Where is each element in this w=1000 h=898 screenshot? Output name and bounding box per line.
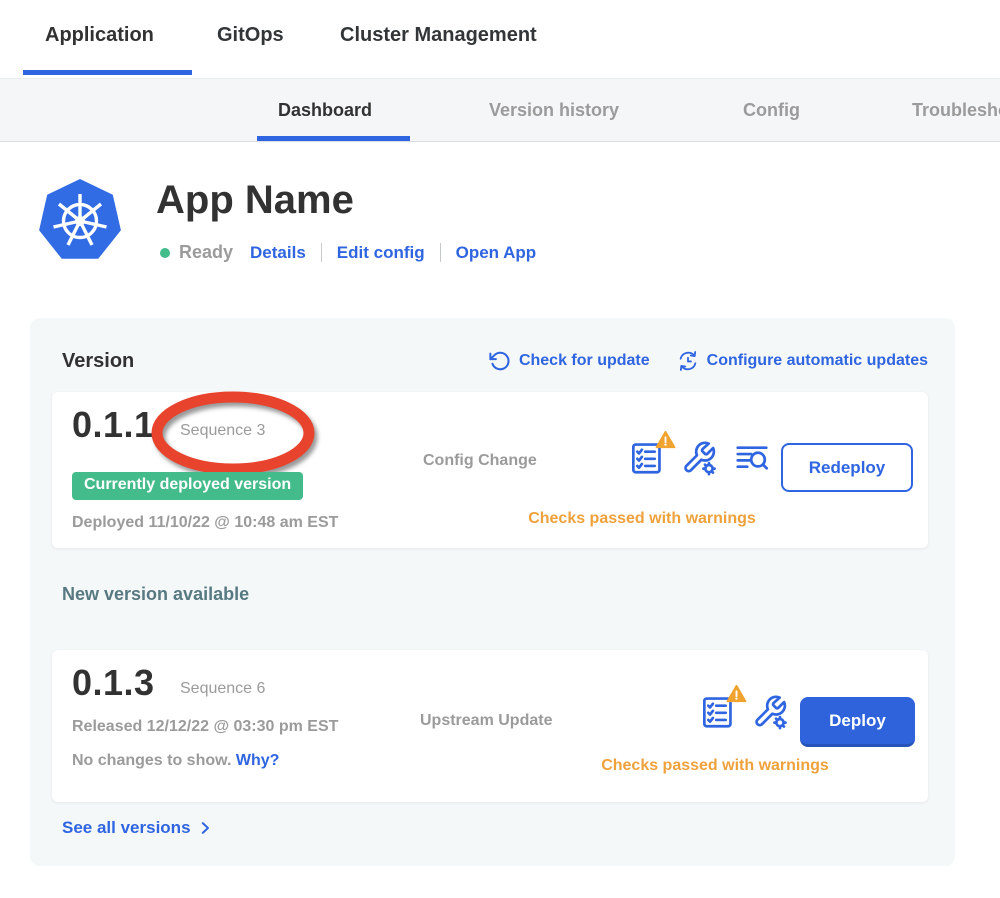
- app-header: App Name Ready Details Edit config Open …: [0, 142, 1000, 318]
- see-all-versions-link[interactable]: See all versions: [62, 818, 214, 838]
- chevron-right-icon: [196, 819, 214, 837]
- status-badge: Ready: [179, 242, 233, 263]
- active-nav-underline: [23, 70, 192, 75]
- divider: [321, 243, 322, 262]
- version-status-icons: [698, 693, 789, 731]
- available-version-card: 0.1.3 Sequence 6 Released 12/12/22 @ 03:…: [52, 650, 928, 802]
- top-nav: Application GitOps Cluster Management: [0, 0, 1000, 78]
- released-timestamp: Released 12/12/22 @ 03:30 pm EST: [72, 718, 338, 736]
- check-for-update-link[interactable]: Check for update: [489, 350, 650, 372]
- version-source-label: Config Change: [423, 452, 537, 470]
- divider: [440, 243, 441, 262]
- tab-version-history[interactable]: Version history: [489, 100, 619, 121]
- app-tab-bar: Dashboard Version history Config Trouble…: [0, 78, 1000, 142]
- warning-triangle-icon: [726, 684, 747, 703]
- config-wrench-icon[interactable]: [680, 439, 718, 477]
- tab-dashboard[interactable]: Dashboard: [278, 100, 372, 121]
- available-version-number: 0.1.3: [72, 662, 155, 704]
- view-diff-icon[interactable]: [733, 439, 771, 477]
- see-all-versions-label: See all versions: [62, 818, 191, 838]
- edit-config-link[interactable]: Edit config: [337, 243, 425, 263]
- configure-automatic-updates-link[interactable]: Configure automatic updates: [677, 350, 928, 372]
- check-for-update-label: Check for update: [519, 352, 650, 370]
- new-version-available-label: New version available: [62, 584, 249, 605]
- nav-item-application[interactable]: Application: [45, 24, 154, 47]
- open-app-link[interactable]: Open App: [456, 243, 537, 263]
- current-version-number: 0.1.1: [72, 404, 155, 446]
- config-wrench-icon[interactable]: [751, 693, 789, 731]
- ready-status-dot-icon: [160, 248, 170, 258]
- redeploy-button[interactable]: Redeploy: [781, 443, 913, 492]
- current-version-sequence: Sequence 3: [180, 422, 265, 440]
- current-version-card: 0.1.1 Sequence 3 Currently deployed vers…: [52, 392, 928, 548]
- tab-config[interactable]: Config: [743, 100, 800, 121]
- currently-deployed-badge: Currently deployed version: [72, 472, 303, 500]
- configure-automatic-updates-label: Configure automatic updates: [707, 352, 928, 370]
- checks-warning-text: Checks passed with warnings: [562, 757, 868, 775]
- version-panel-title: Version: [62, 350, 134, 373]
- active-tab-underline: [257, 136, 410, 141]
- schedule-update-icon: [677, 350, 699, 372]
- nav-item-cluster-management[interactable]: Cluster Management: [340, 24, 537, 47]
- details-link[interactable]: Details: [250, 243, 306, 263]
- refresh-icon: [489, 350, 511, 372]
- version-status-icons: [627, 439, 771, 477]
- version-panel-actions: Check for update Configure automatic upd…: [489, 350, 928, 372]
- version-panel: Version Check for update Configure autom…: [30, 318, 955, 866]
- app-status-row: Ready Details Edit config Open App: [160, 242, 536, 263]
- deploy-button[interactable]: Deploy: [800, 697, 915, 747]
- no-changes-text: No changes to show. Why?: [72, 752, 279, 770]
- preflight-checks-icon[interactable]: [627, 439, 665, 477]
- tab-troubleshoot[interactable]: Troubleshoot: [912, 100, 1000, 121]
- checks-warning-text: Checks passed with warnings: [485, 510, 799, 528]
- nav-item-gitops[interactable]: GitOps: [217, 24, 284, 47]
- warning-triangle-icon: [655, 430, 676, 449]
- available-version-sequence: Sequence 6: [180, 680, 265, 698]
- no-changes-label: No changes to show.: [72, 752, 231, 769]
- page-title: App Name: [156, 178, 354, 223]
- preflight-checks-icon[interactable]: [698, 693, 736, 731]
- version-source-label: Upstream Update: [420, 712, 552, 730]
- deployed-timestamp: Deployed 11/10/22 @ 10:48 am EST: [72, 514, 338, 532]
- why-link[interactable]: Why?: [236, 752, 280, 769]
- kubernetes-logo-icon: [37, 178, 123, 264]
